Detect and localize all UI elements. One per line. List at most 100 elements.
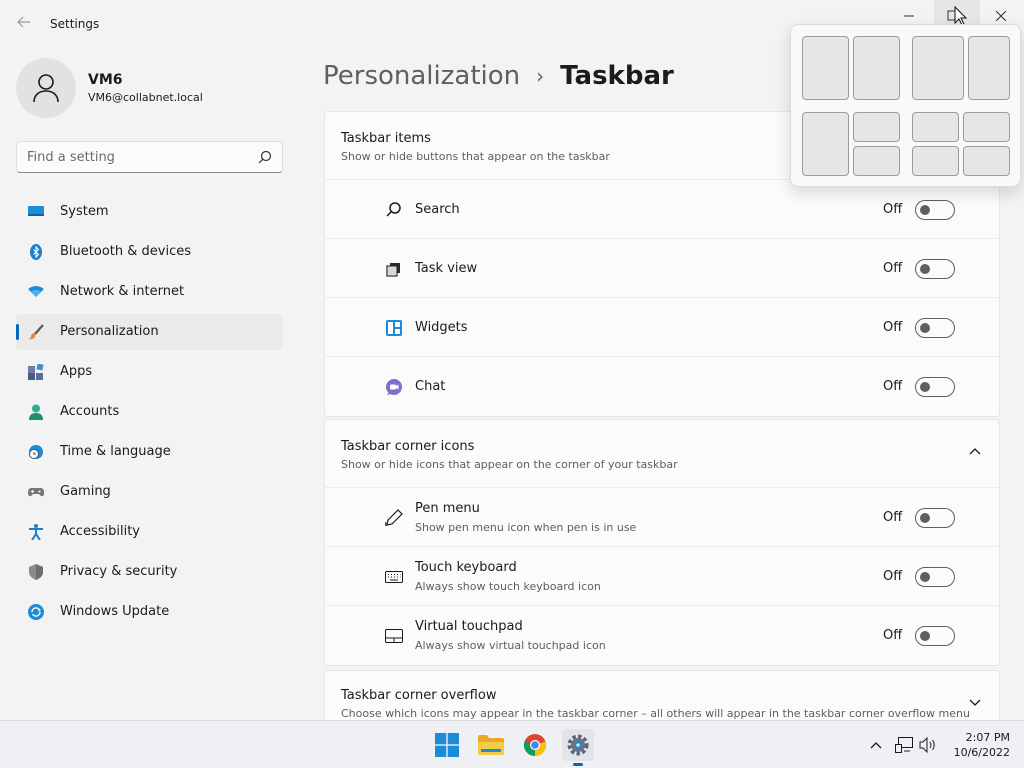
clock-time: 2:07 PM (965, 731, 1010, 744)
clock-date: 10/6/2022 (953, 746, 1010, 759)
user-name: VM6 (88, 72, 123, 88)
snap-zone[interactable] (802, 36, 849, 100)
snap-zone[interactable] (802, 112, 849, 176)
sidebar-item-apps[interactable]: Apps (16, 354, 283, 390)
touch-keyboard-toggle[interactable] (915, 567, 955, 587)
sidebar-item-personalization[interactable]: Personalization (16, 314, 283, 350)
chevron-down-icon[interactable] (969, 699, 981, 707)
settings-button[interactable] (562, 729, 594, 761)
person-icon (29, 404, 43, 420)
virtual-touchpad-toggle[interactable] (915, 626, 955, 646)
sidebar-item-privacy[interactable]: Privacy & security (16, 554, 283, 590)
volume-tray-icon[interactable] (918, 735, 938, 755)
snap-zone[interactable] (912, 112, 959, 142)
toggle-state: Off (883, 320, 903, 335)
brush-icon (28, 324, 44, 340)
close-icon (996, 11, 1006, 21)
bluetooth-icon (30, 244, 42, 260)
breadcrumb: Personalization › Taskbar (323, 56, 674, 96)
chat-icon (386, 379, 402, 395)
setting-description: Show pen menu icon when pen is in use (415, 521, 637, 534)
speaker-icon (919, 737, 935, 753)
toggle-state: Off (883, 261, 903, 276)
clock[interactable]: 2:07 PM 10/6/2022 (946, 730, 1010, 760)
sidebar-item-network[interactable]: Network & internet (16, 274, 283, 310)
show-hidden-icons-button[interactable] (866, 735, 886, 755)
search-icon (386, 202, 401, 217)
accessibility-icon (29, 524, 43, 540)
section-subtitle: Choose which icons may appear in the tas… (341, 707, 970, 720)
snap-zone[interactable] (912, 36, 964, 100)
setting-description: Always show touch keyboard icon (415, 580, 601, 593)
breadcrumb-separator: › (536, 64, 545, 88)
sidebar-item-bluetooth[interactable]: Bluetooth & devices (16, 234, 283, 270)
ethernet-icon (895, 737, 913, 753)
setting-label: Pen menu (415, 501, 480, 516)
taskbar: 2:07 PM 10/6/2022 (0, 720, 1024, 768)
snap-layout-two-thirds (912, 36, 1010, 100)
section-title: Taskbar corner icons (341, 439, 475, 454)
sidebar-item-gaming[interactable]: Gaming (16, 474, 283, 510)
globe-clock-icon (29, 445, 43, 459)
task-view-toggle[interactable] (915, 259, 955, 279)
network-tray-icon[interactable] (894, 735, 914, 755)
taskbar-item-chat-row: Chat Off (325, 357, 999, 416)
search-input[interactable]: Find a setting (16, 141, 283, 173)
search-placeholder: Find a setting (27, 150, 115, 165)
task-view-icon (386, 263, 400, 277)
chat-toggle[interactable] (915, 377, 955, 397)
sidebar-item-label: Network & internet (60, 284, 185, 299)
corner-icon-touch-keyboard-row: Touch keyboard Always show touch keyboar… (325, 547, 999, 606)
pen-menu-toggle[interactable] (915, 508, 955, 528)
sidebar-item-label: System (60, 204, 109, 219)
chrome-button[interactable] (519, 729, 551, 761)
snap-zone[interactable] (853, 112, 900, 142)
corner-icons-section: Taskbar corner icons Show or hide icons … (324, 419, 1000, 666)
back-button[interactable] (12, 14, 36, 34)
sidebar-item-label: Gaming (60, 484, 111, 499)
setting-label: Search (415, 202, 460, 217)
snap-zone[interactable] (963, 112, 1010, 142)
widgets-toggle[interactable] (915, 318, 955, 338)
file-explorer-button[interactable] (475, 729, 507, 761)
search-toggle[interactable] (915, 200, 955, 220)
back-arrow-icon (17, 16, 30, 28)
setting-label: Task view (415, 261, 478, 276)
breadcrumb-parent[interactable]: Personalization (323, 61, 520, 91)
sidebar-item-accessibility[interactable]: Accessibility (16, 514, 283, 550)
sidebar-item-label: Accounts (60, 404, 120, 419)
sidebar-item-time-language[interactable]: Time & language (16, 434, 283, 470)
toggle-state: Off (883, 202, 903, 217)
toggle-state: Off (883, 379, 903, 394)
section-subtitle: Show or hide icons that appear on the co… (341, 458, 678, 471)
wifi-icon (28, 286, 44, 297)
search-icon (258, 150, 272, 164)
start-button[interactable] (431, 729, 463, 761)
keyboard-icon (385, 571, 403, 583)
snap-layout-quadrants (912, 112, 1010, 176)
toggle-state: Off (883, 510, 903, 525)
toggle-state: Off (883, 569, 903, 584)
sidebar-item-windows-update[interactable]: Windows Update (16, 594, 283, 630)
taskbar-item-taskview-row: Task view Off (325, 239, 999, 298)
snap-zone[interactable] (853, 36, 900, 100)
snap-zone[interactable] (963, 146, 1010, 176)
user-email: VM6@collabnet.local (88, 91, 203, 104)
corner-icons-header[interactable]: Taskbar corner icons Show or hide icons … (325, 420, 999, 488)
snap-zone[interactable] (853, 146, 900, 176)
chevron-up-icon[interactable] (969, 447, 981, 455)
snap-zone[interactable] (912, 146, 959, 176)
setting-label: Touch keyboard (415, 560, 517, 575)
snap-layouts-flyout (790, 24, 1021, 187)
sidebar-item-label: Time & language (60, 444, 171, 459)
pen-icon (385, 509, 403, 527)
snap-zone[interactable] (968, 36, 1010, 100)
person-icon (33, 74, 59, 103)
sidebar-item-accounts[interactable]: Accounts (16, 394, 283, 430)
minimize-icon (904, 15, 914, 17)
sidebar-item-label: Bluetooth & devices (60, 244, 191, 259)
sidebar-item-label: Apps (60, 364, 93, 379)
sidebar-nav: System Bluetooth & devices Network & int… (16, 194, 283, 634)
sidebar-item-system[interactable]: System (16, 194, 283, 230)
setting-description: Always show virtual touchpad icon (415, 639, 606, 652)
